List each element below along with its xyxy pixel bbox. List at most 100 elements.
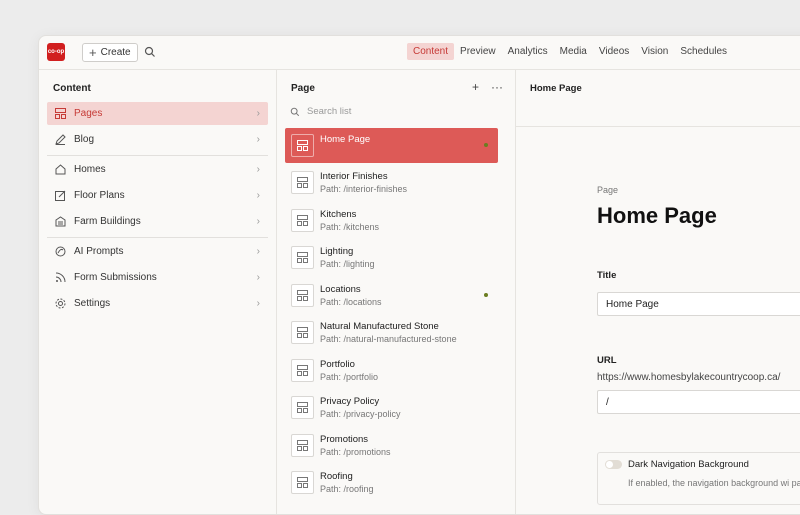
title-input[interactable]: Home Page: [597, 292, 800, 316]
page-title-text: Privacy Policy: [320, 396, 380, 407]
chevron-right-icon: ›: [256, 134, 260, 145]
main-tabs: Content Preview Analytics Media Videos V…: [407, 43, 733, 60]
page-path: Path: /natural-manufactured-stone: [320, 334, 457, 344]
more-icon[interactable]: ···: [491, 80, 503, 94]
page-path: Path: /kitchens: [320, 222, 380, 232]
url-input[interactable]: /: [597, 390, 800, 414]
rss-icon: [54, 272, 66, 284]
editor-header: Home Page: [530, 83, 582, 94]
tab-content[interactable]: Content: [407, 43, 455, 60]
search-icon[interactable]: [144, 46, 156, 58]
editor-divider: [516, 126, 800, 127]
tab-schedules[interactable]: Schedules: [674, 43, 733, 60]
tab-analytics[interactable]: Analytics: [502, 43, 554, 60]
toggle-help-text: If enabled, the navigation background wi…: [628, 478, 800, 488]
page-path: Path: /interior-finishes: [320, 184, 408, 194]
create-button[interactable]: + Create: [82, 43, 138, 62]
page-list-panel: Page + ··· Search list Home Page Interio…: [277, 70, 516, 514]
chevron-right-icon: ›: [256, 298, 260, 309]
sidebar-item-blog[interactable]: Blog ›: [47, 128, 268, 151]
toggle-label: Dark Navigation Background: [628, 459, 749, 470]
list-item[interactable]: Interior Finishes Path: /interior-finishe…: [285, 165, 498, 200]
dark-navigation-toggle[interactable]: [605, 460, 622, 469]
pencil-icon: [54, 134, 66, 146]
page-list-actions: + ···: [472, 80, 503, 94]
sidebar-item-pages[interactable]: Pages ›: [47, 102, 268, 125]
sidebar-item-label: Floor Plans: [74, 190, 125, 201]
page-layout-icon: [291, 321, 314, 344]
list-item[interactable]: Home Page: [285, 128, 498, 163]
sidebar-item-farm-buildings[interactable]: Farm Buildings ›: [47, 210, 268, 233]
list-item[interactable]: Locations Path: /locations: [285, 278, 498, 313]
tab-media[interactable]: Media: [554, 43, 593, 60]
chevron-right-icon: ›: [256, 164, 260, 175]
top-bar: co-op + Create Content Preview Analytics…: [39, 36, 800, 70]
status-dot: [484, 293, 488, 297]
chevron-right-icon: ›: [256, 246, 260, 257]
sidebar-item-label: Farm Buildings: [74, 216, 141, 227]
list-item[interactable]: Lighting Path: /lighting: [285, 240, 498, 275]
title-field-label: Title: [597, 270, 617, 281]
sidebar-item-settings[interactable]: Settings ›: [47, 292, 268, 315]
brand-logo[interactable]: co-op: [47, 43, 65, 61]
page-path: Path: /locations: [320, 297, 382, 307]
logo-text: co-op: [47, 49, 65, 55]
page-title-text: Promotions: [320, 434, 369, 445]
page-title-text: Natural Manufactured Stone: [320, 321, 439, 332]
page-title-text: Interior Finishes: [320, 171, 388, 182]
sidebar-item-form-submissions[interactable]: Form Submissions ›: [47, 266, 268, 289]
tab-preview[interactable]: Preview: [454, 43, 502, 60]
search-list-input[interactable]: Search list: [290, 106, 351, 117]
page-title-text: Kitchens: [320, 209, 357, 220]
page-layout-icon: [291, 246, 314, 269]
sidebar-title: Content: [53, 83, 91, 94]
page-layout-icon: [54, 108, 66, 120]
add-icon[interactable]: +: [472, 80, 479, 94]
url-field-label: URL: [597, 355, 617, 366]
list-item[interactable]: Kitchens Path: /kitchens: [285, 203, 498, 238]
tab-videos[interactable]: Videos: [593, 43, 635, 60]
list-item[interactable]: Privacy Policy Path: /privacy-policy: [285, 390, 498, 425]
page-layout-icon: [291, 434, 314, 457]
chevron-right-icon: ›: [256, 272, 260, 283]
list-item[interactable]: Portfolio Path: /portfolio: [285, 353, 498, 388]
sidebar-item-label: Settings: [74, 298, 111, 309]
page-layout-icon: [291, 284, 314, 307]
search-placeholder: Search list: [307, 106, 352, 117]
page-title-text: Locations: [320, 284, 361, 295]
page-title-text: Lighting: [320, 246, 354, 257]
sidebar-item-homes[interactable]: Homes ›: [47, 158, 268, 181]
plus-icon: +: [89, 45, 97, 60]
home-icon: [54, 164, 66, 176]
status-dot: [484, 143, 488, 147]
chevron-right-icon: ›: [256, 190, 260, 201]
search-icon: [290, 107, 300, 116]
edit-square-icon: [54, 190, 66, 202]
list-item[interactable]: Natural Manufactured Stone Path: /natural…: [285, 315, 498, 350]
sidebar-item-label: Homes: [74, 164, 106, 175]
tab-vision[interactable]: Vision: [635, 43, 674, 60]
page-path: Path: /lighting: [320, 259, 375, 269]
page-path: Path: /portfolio: [320, 372, 379, 382]
page-layout-icon: [291, 134, 314, 157]
list-item[interactable]: Roofing Path: /roofing: [285, 465, 498, 500]
page-layout-icon: [291, 209, 314, 232]
gear-icon: [54, 298, 66, 310]
sidebar-divider: [47, 155, 268, 156]
create-label: Create: [100, 47, 131, 58]
page-path: Path: /promotions: [320, 447, 391, 457]
page-layout-icon: [291, 171, 314, 194]
page-path: Path: /privacy-policy: [320, 409, 401, 419]
dark-navigation-setting: Dark Navigation Background If enabled, t…: [597, 452, 800, 505]
page-layout-icon: [291, 359, 314, 382]
sidebar-item-label: Form Submissions: [74, 272, 157, 283]
list-item[interactable]: Promotions Path: /promotions: [285, 428, 498, 463]
page-title-text: Portfolio: [320, 359, 355, 370]
sidebar-item-ai-prompts[interactable]: AI Prompts ›: [47, 240, 268, 263]
page-list-title: Page: [291, 83, 315, 94]
chevron-right-icon: ›: [256, 108, 260, 119]
chevron-right-icon: ›: [256, 216, 260, 227]
sidebar-item-floor-plans[interactable]: Floor Plans ›: [47, 184, 268, 207]
sidebar-item-label: Blog: [74, 134, 95, 145]
page-title-text: Roofing: [320, 471, 353, 482]
